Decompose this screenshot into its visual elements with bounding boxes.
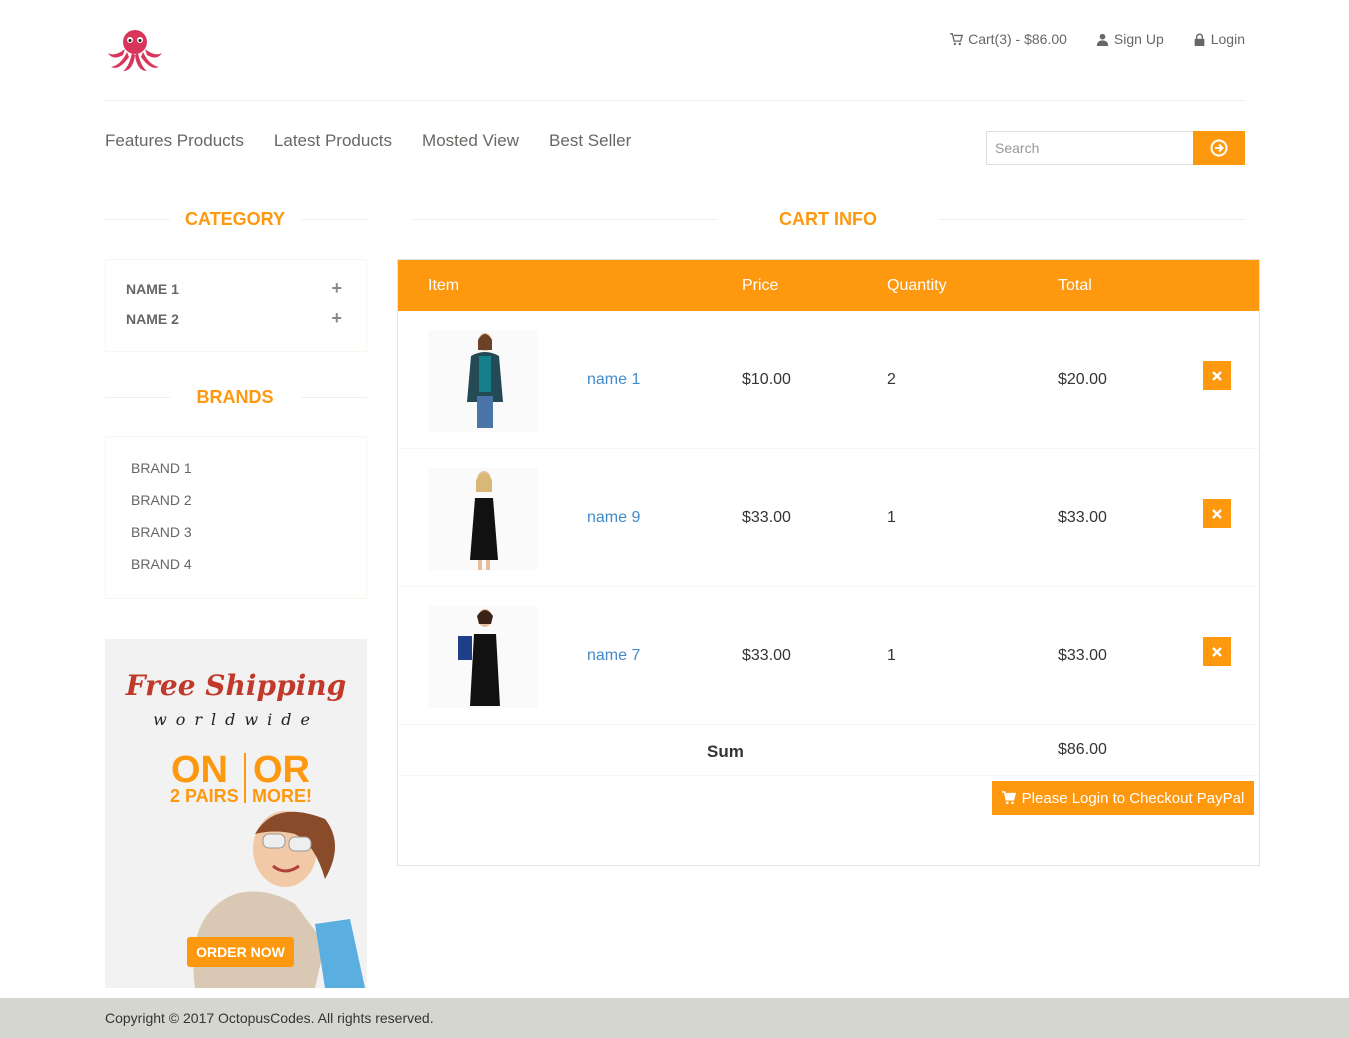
brand-item[interactable]: BRAND 1 [131, 460, 192, 476]
cart-link-label: Cart(3) - $86.00 [968, 31, 1067, 47]
table-row: name 1 $10.00 2 $20.00 [398, 311, 1259, 449]
table-row: name 7 $33.00 1 $33.00 [398, 587, 1259, 725]
product-total: $20.00 [1058, 371, 1107, 388]
product-image[interactable] [428, 606, 538, 708]
brands-title-line-right [301, 397, 367, 398]
brands-title-line-left [105, 397, 170, 398]
product-name-link[interactable]: name 7 [587, 647, 640, 665]
brands-title: BRANDS [196, 387, 274, 407]
brand-item[interactable]: BRAND 3 [131, 524, 192, 540]
product-price: $33.00 [742, 647, 791, 664]
column-price: Price [742, 277, 779, 294]
column-total: Total [1058, 277, 1092, 294]
column-quantity: Quantity [887, 277, 947, 294]
nav-best-seller[interactable]: Best Seller [549, 131, 631, 151]
product-total: $33.00 [1058, 647, 1107, 664]
product-image[interactable] [428, 330, 538, 432]
brand-item[interactable]: BRAND 2 [131, 492, 192, 508]
remove-item-button[interactable] [1203, 637, 1231, 666]
category-title-line-left [105, 219, 170, 220]
plus-icon[interactable]: + [331, 309, 342, 327]
order-now-button[interactable]: ORDER NOW [187, 937, 294, 967]
product-quantity: 2 [887, 371, 896, 388]
product-quantity: 1 [887, 647, 896, 664]
category-item[interactable]: NAME 2 + [126, 309, 342, 327]
search-input[interactable] [986, 131, 1193, 165]
promo-divider [244, 753, 246, 803]
arrow-circle-right-icon [1210, 139, 1228, 157]
login-link[interactable]: Login [1193, 31, 1245, 47]
plus-icon[interactable]: + [331, 279, 342, 297]
main-nav: Features Products Latest Products Mosted… [105, 131, 631, 151]
top-links: Cart(3) - $86.00 Sign Up Login [950, 31, 1245, 47]
shopping-cart-icon [1001, 791, 1016, 805]
product-image[interactable] [428, 468, 538, 570]
category-title-line-right [301, 219, 367, 220]
close-icon [1212, 370, 1222, 381]
cart-title-line-left [412, 219, 718, 220]
brands-panel: BRAND 1 BRAND 2 BRAND 3 BRAND 4 [105, 436, 367, 599]
remove-item-button[interactable] [1203, 499, 1231, 528]
product-price: $33.00 [742, 509, 791, 526]
search-button[interactable] [1193, 131, 1245, 165]
nav-features-products[interactable]: Features Products [105, 131, 244, 151]
lock-icon [1194, 33, 1205, 46]
cart-info-title: CART INFO [779, 209, 877, 229]
search-box [986, 131, 1245, 165]
cart-table: Item Price Quantity Total name 1 $10.00 … [397, 259, 1260, 866]
sum-label: Sum [707, 742, 744, 761]
free-shipping-banner[interactable]: Free Shipping worldwide ON OR 2 PAIRS MO… [105, 639, 367, 988]
category-label: NAME 1 [126, 281, 179, 297]
checkout-label: Please Login to Checkout PayPal [1021, 789, 1245, 807]
promo-worldwide: worldwide [153, 710, 319, 729]
product-quantity: 1 [887, 509, 896, 526]
product-price: $10.00 [742, 371, 791, 388]
product-name-link[interactable]: name 1 [587, 371, 640, 389]
signup-link-label: Sign Up [1113, 31, 1164, 47]
footer: Copyright © 2017 OctopusCodes. All right… [0, 998, 1349, 1038]
cart-sum-row: Sum $86.00 [398, 725, 1259, 776]
close-icon [1212, 508, 1222, 519]
nav-mosted-view[interactable]: Mosted View [422, 131, 519, 151]
remove-item-button[interactable] [1203, 361, 1231, 390]
shopping-cart-icon [950, 32, 964, 45]
sum-value: $86.00 [1058, 741, 1107, 758]
copyright-text: Copyright © 2017 OctopusCodes. All right… [105, 1010, 434, 1026]
cart-link[interactable]: Cart(3) - $86.00 [950, 31, 1067, 47]
signup-link[interactable]: Sign Up [1096, 31, 1164, 47]
column-item: Item [428, 277, 460, 294]
close-icon [1212, 646, 1222, 657]
category-panel: NAME 1 + NAME 2 + [105, 259, 367, 352]
octopus-logo[interactable] [105, 27, 165, 73]
brand-item[interactable]: BRAND 4 [131, 556, 192, 572]
checkout-paypal-button[interactable]: Please Login to Checkout PayPal [992, 781, 1254, 815]
promo-free-shipping: Free Shipping [125, 669, 347, 702]
user-icon [1096, 33, 1109, 46]
login-link-label: Login [1210, 31, 1245, 47]
category-label: NAME 2 [126, 311, 179, 327]
product-total: $33.00 [1058, 509, 1107, 526]
table-row: name 9 $33.00 1 $33.00 [398, 449, 1259, 587]
cart-table-header: Item Price Quantity Total [398, 260, 1259, 311]
cart-title-line-right [938, 219, 1245, 220]
product-name-link[interactable]: name 9 [587, 509, 640, 527]
category-item[interactable]: NAME 1 + [126, 279, 342, 297]
header-divider [105, 100, 1245, 101]
category-title: CATEGORY [184, 209, 285, 229]
nav-latest-products[interactable]: Latest Products [274, 131, 392, 151]
